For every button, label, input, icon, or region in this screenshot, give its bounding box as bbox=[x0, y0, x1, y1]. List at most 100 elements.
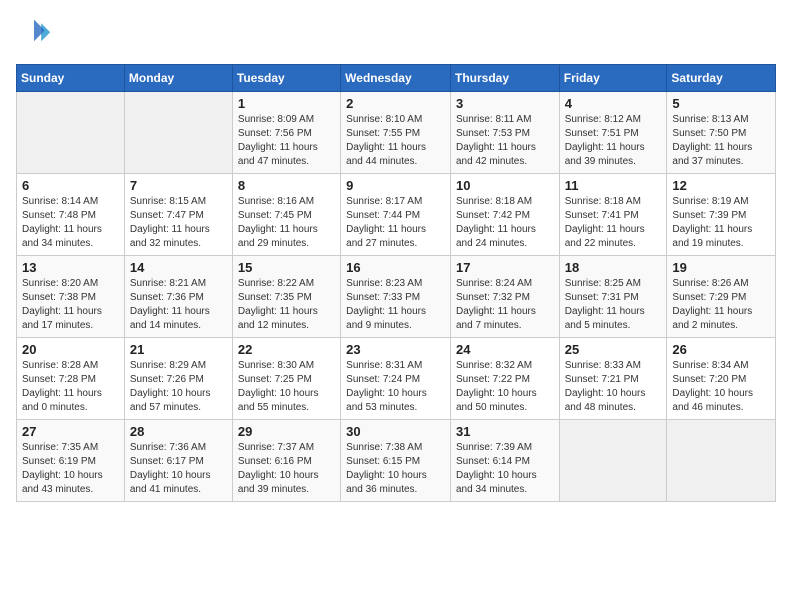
day-number: 24 bbox=[456, 342, 554, 357]
day-number: 22 bbox=[238, 342, 335, 357]
day-number: 12 bbox=[672, 178, 770, 193]
weekday-header: Saturday bbox=[667, 65, 776, 92]
day-number: 9 bbox=[346, 178, 445, 193]
calendar-cell: 8Sunrise: 8:16 AM Sunset: 7:45 PM Daylig… bbox=[232, 174, 340, 256]
day-info: Sunrise: 8:10 AM Sunset: 7:55 PM Dayligh… bbox=[346, 113, 445, 169]
calendar-cell: 3 Sunrise: 8:11 AM Sunset: 7:53 PM Daylig… bbox=[450, 92, 559, 174]
day-info: Sunrise: 8:09 AM Sunset: 7:56 PM Dayligh… bbox=[238, 113, 335, 169]
weekday-header: Friday bbox=[559, 65, 667, 92]
calendar-cell: 9Sunrise: 8:17 AM Sunset: 7:44 PM Daylig… bbox=[341, 174, 451, 256]
day-number: 6 bbox=[22, 178, 119, 193]
calendar-cell bbox=[667, 420, 776, 502]
day-number: 29 bbox=[238, 424, 335, 439]
day-info: Sunrise: 8:20 AM Sunset: 7:38 PM Dayligh… bbox=[22, 277, 119, 333]
day-number: 15 bbox=[238, 260, 335, 275]
calendar-cell: 11 Sunrise: 8:18 AM Sunset: 7:41 PM Dayli… bbox=[559, 174, 667, 256]
day-info: Sunrise: 7:39 AM Sunset: 6:14 PM Dayligh… bbox=[456, 441, 554, 497]
day-info: Sunrise: 8:15 AM Sunset: 7:47 PM Dayligh… bbox=[130, 195, 227, 251]
calendar-cell: 2 Sunrise: 8:10 AM Sunset: 7:55 PM Daylig… bbox=[341, 92, 451, 174]
day-info: Sunrise: 8:26 AM Sunset: 7:29 PM Dayligh… bbox=[672, 277, 770, 333]
calendar-cell: 19 Sunrise: 8:26 AM Sunset: 7:29 PM Dayli… bbox=[667, 256, 776, 338]
day-info: Sunrise: 8:28 AM Sunset: 7:28 PM Dayligh… bbox=[22, 359, 119, 415]
calendar-cell: 12 Sunrise: 8:19 AM Sunset: 7:39 PM Dayli… bbox=[667, 174, 776, 256]
day-number: 5 bbox=[672, 96, 770, 111]
day-number: 19 bbox=[672, 260, 770, 275]
day-info: Sunrise: 7:38 AM Sunset: 6:15 PM Dayligh… bbox=[346, 441, 445, 497]
calendar-cell: 20 Sunrise: 8:28 AM Sunset: 7:28 PM Dayli… bbox=[17, 338, 125, 420]
day-number: 11 bbox=[565, 178, 662, 193]
day-info: Sunrise: 7:37 AM Sunset: 6:16 PM Dayligh… bbox=[238, 441, 335, 497]
logo bbox=[16, 16, 58, 52]
day-number: 21 bbox=[130, 342, 227, 357]
day-number: 18 bbox=[565, 260, 662, 275]
day-info: Sunrise: 8:32 AM Sunset: 7:22 PM Dayligh… bbox=[456, 359, 554, 415]
day-number: 10 bbox=[456, 178, 554, 193]
weekday-header: Sunday bbox=[17, 65, 125, 92]
calendar-cell: 6 Sunrise: 8:14 AM Sunset: 7:48 PM Daylig… bbox=[17, 174, 125, 256]
day-info: Sunrise: 7:35 AM Sunset: 6:19 PM Dayligh… bbox=[22, 441, 119, 497]
calendar-cell: 24 Sunrise: 8:32 AM Sunset: 7:22 PM Dayli… bbox=[450, 338, 559, 420]
day-number: 2 bbox=[346, 96, 445, 111]
day-number: 17 bbox=[456, 260, 554, 275]
day-number: 1 bbox=[238, 96, 335, 111]
day-number: 7 bbox=[130, 178, 227, 193]
weekday-header: Tuesday bbox=[232, 65, 340, 92]
calendar-cell: 31 Sunrise: 7:39 AM Sunset: 6:14 PM Dayli… bbox=[450, 420, 559, 502]
calendar-cell: 5 Sunrise: 8:13 AM Sunset: 7:50 PM Daylig… bbox=[667, 92, 776, 174]
day-number: 16 bbox=[346, 260, 445, 275]
day-info: Sunrise: 8:30 AM Sunset: 7:25 PM Dayligh… bbox=[238, 359, 335, 415]
calendar-cell: 22 Sunrise: 8:30 AM Sunset: 7:25 PM Dayli… bbox=[232, 338, 340, 420]
calendar-table: SundayMondayTuesdayWednesdayThursdayFrid… bbox=[16, 64, 776, 502]
calendar-cell: 16 Sunrise: 8:23 AM Sunset: 7:33 PM Dayli… bbox=[341, 256, 451, 338]
calendar-cell: 26Sunrise: 8:34 AM Sunset: 7:20 PM Dayli… bbox=[667, 338, 776, 420]
calendar-cell: 29 Sunrise: 7:37 AM Sunset: 6:16 PM Dayli… bbox=[232, 420, 340, 502]
day-number: 23 bbox=[346, 342, 445, 357]
calendar-cell: 4Sunrise: 8:12 AM Sunset: 7:51 PM Daylig… bbox=[559, 92, 667, 174]
day-info: Sunrise: 8:19 AM Sunset: 7:39 PM Dayligh… bbox=[672, 195, 770, 251]
day-info: Sunrise: 8:29 AM Sunset: 7:26 PM Dayligh… bbox=[130, 359, 227, 415]
calendar-cell: 13Sunrise: 8:20 AM Sunset: 7:38 PM Dayli… bbox=[17, 256, 125, 338]
calendar-cell: 17Sunrise: 8:24 AM Sunset: 7:32 PM Dayli… bbox=[450, 256, 559, 338]
calendar-cell: 25Sunrise: 8:33 AM Sunset: 7:21 PM Dayli… bbox=[559, 338, 667, 420]
calendar-cell: 28 Sunrise: 7:36 AM Sunset: 6:17 PM Dayli… bbox=[124, 420, 232, 502]
day-number: 31 bbox=[456, 424, 554, 439]
calendar-cell: 7 Sunrise: 8:15 AM Sunset: 7:47 PM Daylig… bbox=[124, 174, 232, 256]
day-info: Sunrise: 8:25 AM Sunset: 7:31 PM Dayligh… bbox=[565, 277, 662, 333]
calendar-cell: 1 Sunrise: 8:09 AM Sunset: 7:56 PM Daylig… bbox=[232, 92, 340, 174]
day-number: 14 bbox=[130, 260, 227, 275]
day-info: Sunrise: 8:13 AM Sunset: 7:50 PM Dayligh… bbox=[672, 113, 770, 169]
day-info: Sunrise: 8:23 AM Sunset: 7:33 PM Dayligh… bbox=[346, 277, 445, 333]
calendar-cell bbox=[17, 92, 125, 174]
weekday-header: Wednesday bbox=[341, 65, 451, 92]
calendar-week-row: 20 Sunrise: 8:28 AM Sunset: 7:28 PM Dayli… bbox=[17, 338, 776, 420]
calendar-cell: 27Sunrise: 7:35 AM Sunset: 6:19 PM Dayli… bbox=[17, 420, 125, 502]
day-info: Sunrise: 8:22 AM Sunset: 7:35 PM Dayligh… bbox=[238, 277, 335, 333]
calendar-cell bbox=[559, 420, 667, 502]
day-number: 26 bbox=[672, 342, 770, 357]
weekday-header: Thursday bbox=[450, 65, 559, 92]
day-number: 8 bbox=[238, 178, 335, 193]
calendar-cell: 15 Sunrise: 8:22 AM Sunset: 7:35 PM Dayli… bbox=[232, 256, 340, 338]
day-info: Sunrise: 7:36 AM Sunset: 6:17 PM Dayligh… bbox=[130, 441, 227, 497]
day-number: 28 bbox=[130, 424, 227, 439]
weekday-header: Monday bbox=[124, 65, 232, 92]
day-info: Sunrise: 8:21 AM Sunset: 7:36 PM Dayligh… bbox=[130, 277, 227, 333]
calendar-cell: 21 Sunrise: 8:29 AM Sunset: 7:26 PM Dayli… bbox=[124, 338, 232, 420]
day-info: Sunrise: 8:18 AM Sunset: 7:42 PM Dayligh… bbox=[456, 195, 554, 251]
day-number: 20 bbox=[22, 342, 119, 357]
page-header bbox=[16, 16, 776, 52]
calendar-header: SundayMondayTuesdayWednesdayThursdayFrid… bbox=[17, 65, 776, 92]
calendar-week-row: 27Sunrise: 7:35 AM Sunset: 6:19 PM Dayli… bbox=[17, 420, 776, 502]
calendar-cell: 23 Sunrise: 8:31 AM Sunset: 7:24 PM Dayli… bbox=[341, 338, 451, 420]
day-info: Sunrise: 8:18 AM Sunset: 7:41 PM Dayligh… bbox=[565, 195, 662, 251]
day-info: Sunrise: 8:14 AM Sunset: 7:48 PM Dayligh… bbox=[22, 195, 119, 251]
day-info: Sunrise: 8:33 AM Sunset: 7:21 PM Dayligh… bbox=[565, 359, 662, 415]
calendar-week-row: 13Sunrise: 8:20 AM Sunset: 7:38 PM Dayli… bbox=[17, 256, 776, 338]
day-info: Sunrise: 8:11 AM Sunset: 7:53 PM Dayligh… bbox=[456, 113, 554, 169]
calendar-week-row: 6 Sunrise: 8:14 AM Sunset: 7:48 PM Daylig… bbox=[17, 174, 776, 256]
day-number: 3 bbox=[456, 96, 554, 111]
logo-icon bbox=[16, 16, 52, 52]
calendar-cell: 14 Sunrise: 8:21 AM Sunset: 7:36 PM Dayli… bbox=[124, 256, 232, 338]
calendar-body: 1 Sunrise: 8:09 AM Sunset: 7:56 PM Daylig… bbox=[17, 92, 776, 502]
day-info: Sunrise: 8:31 AM Sunset: 7:24 PM Dayligh… bbox=[346, 359, 445, 415]
